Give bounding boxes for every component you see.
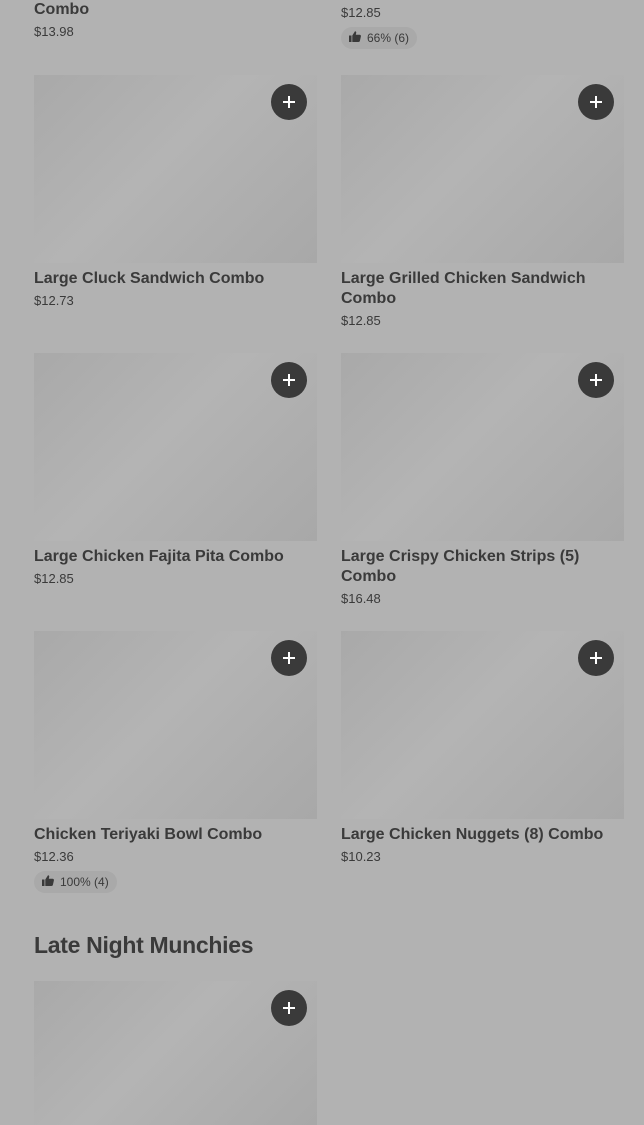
item-name: Large Cluck Sandwich Combo <box>34 270 265 287</box>
menu-item-card[interactable]: $12.85 66% (6) <box>341 5 418 49</box>
plus-icon <box>590 652 602 664</box>
plus-icon <box>283 96 295 108</box>
menu-item-card[interactable]: Large Cluck Sandwich Combo $12.73 <box>34 75 317 309</box>
plus-icon <box>590 374 602 386</box>
item-price: $13.98 <box>34 24 74 39</box>
menu-item-card[interactable]: Large Crispy Chicken Strips (5) Combo $1… <box>341 353 624 607</box>
previous-row: Combo $13.98 $12.85 66% (6) <box>0 0 644 60</box>
rating-text: 66% (6) <box>367 31 410 45</box>
add-to-cart-button[interactable] <box>271 990 307 1026</box>
menu-page: Combo $13.98 $12.85 66% (6) Large Cluck … <box>0 0 644 1125</box>
item-price: $12.85 <box>341 313 381 328</box>
item-name: Chicken Teriyaki Bowl Combo <box>34 826 263 843</box>
add-to-cart-button[interactable] <box>578 84 614 120</box>
item-name: Combo <box>34 1 90 18</box>
rating-text: 100% (4) <box>60 875 109 889</box>
menu-item-card[interactable] <box>34 981 317 1125</box>
plus-icon <box>283 1002 295 1014</box>
item-image <box>341 631 624 819</box>
plus-icon <box>590 96 602 108</box>
rating-badge: 66% (6) <box>341 27 418 49</box>
item-image <box>341 353 624 541</box>
section-title: Late Night Munchies <box>34 932 254 958</box>
plus-icon <box>283 652 295 664</box>
menu-item-card[interactable]: Large Grilled Chicken Sandwich Combo $12… <box>341 75 624 329</box>
item-image <box>341 75 624 263</box>
item-name: Large Grilled Chicken Sandwich Combo <box>341 270 586 307</box>
item-image <box>34 981 317 1125</box>
plus-icon <box>283 374 295 386</box>
item-price: $10.23 <box>341 849 381 864</box>
menu-item-card[interactable]: Large Chicken Fajita Pita Combo $12.85 <box>34 353 317 587</box>
add-to-cart-button[interactable] <box>271 362 307 398</box>
item-image <box>34 631 317 819</box>
add-to-cart-button[interactable] <box>578 640 614 676</box>
menu-item-card[interactable]: Large Chicken Nuggets (8) Combo $10.23 <box>341 631 624 865</box>
item-name: Large Crispy Chicken Strips (5) Combo <box>341 548 580 585</box>
thumbs-up-icon <box>42 875 54 889</box>
add-to-cart-button[interactable] <box>578 362 614 398</box>
item-image <box>34 75 317 263</box>
item-image <box>34 353 317 541</box>
item-name: Large Chicken Fajita Pita Combo <box>34 548 284 565</box>
item-price: $12.36 <box>34 849 74 864</box>
item-price: $16.48 <box>341 591 381 606</box>
thumbs-up-icon <box>349 31 361 45</box>
item-price: $12.85 <box>34 571 74 586</box>
add-to-cart-button[interactable] <box>271 84 307 120</box>
rating-badge: 100% (4) <box>34 871 117 893</box>
item-price: $12.85 <box>341 5 381 20</box>
item-name: Large Chicken Nuggets (8) Combo <box>341 826 604 843</box>
add-to-cart-button[interactable] <box>271 640 307 676</box>
menu-item-card[interactable]: Combo $13.98 <box>34 0 89 40</box>
menu-item-card[interactable]: Chicken Teriyaki Bowl Combo $12.36 100% … <box>34 631 317 893</box>
item-price: $12.73 <box>34 293 74 308</box>
